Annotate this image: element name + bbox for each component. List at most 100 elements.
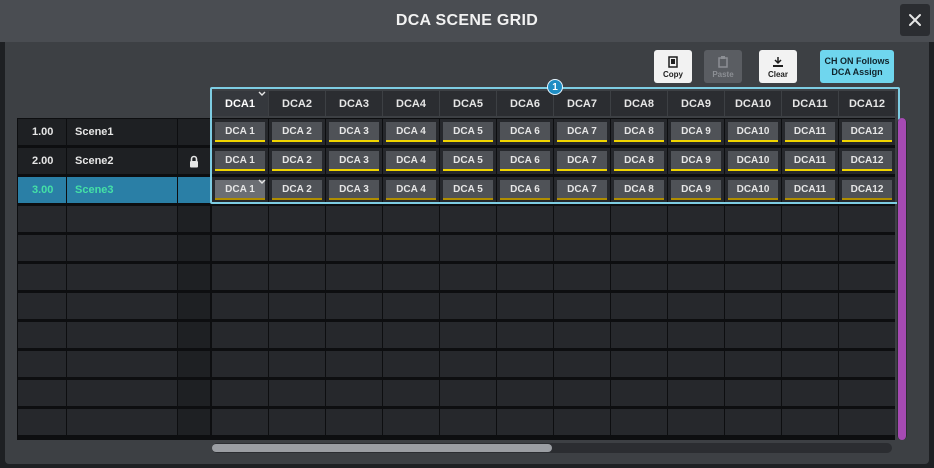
column-header-dca5[interactable]: DCA5 — [440, 91, 496, 116]
scene-lock-cell[interactable] — [178, 206, 210, 232]
column-header-dca3[interactable]: DCA3 — [326, 91, 382, 116]
scene-lock-cell[interactable] — [178, 235, 210, 261]
dca-assign-button[interactable]: DCA 7 — [557, 151, 607, 171]
empty-cell — [782, 380, 838, 406]
empty-cell — [440, 380, 496, 406]
empty-cell — [18, 322, 66, 348]
dca-assign-button[interactable]: DCA 5 — [443, 180, 493, 200]
paste-icon — [718, 56, 728, 68]
dca-assign-button[interactable]: DCA 4 — [386, 151, 436, 171]
column-header-dca10[interactable]: DCA10 — [725, 91, 781, 116]
dca-assign-button[interactable]: DCA 5 — [443, 122, 493, 142]
clear-button[interactable]: Clear — [759, 50, 797, 83]
dca-assign-button[interactable]: DCA 6 — [500, 180, 550, 200]
scene-lock-cell[interactable] — [178, 351, 210, 377]
empty-cell — [440, 409, 496, 435]
scene-name[interactable]: Scene2 — [67, 148, 177, 174]
dca-assign-button[interactable]: DCA11 — [785, 180, 835, 200]
column-header-dca2[interactable]: DCA2 — [269, 91, 325, 116]
dca-assign-button[interactable]: DCA11 — [785, 122, 835, 142]
empty-cell — [18, 264, 66, 290]
scene-name[interactable]: Scene1 — [67, 119, 177, 145]
dca-assign-button[interactable]: DCA 2 — [272, 180, 322, 200]
scene-lock-cell[interactable] — [178, 293, 210, 319]
empty-cell — [18, 380, 66, 406]
empty-cell — [497, 409, 553, 435]
scene-lock-cell[interactable] — [178, 409, 210, 435]
empty-cell — [269, 206, 325, 232]
dca-assign-button[interactable]: DCA 8 — [614, 122, 664, 142]
dca-assign-button[interactable]: DCA 1 — [215, 122, 265, 142]
empty-cell — [269, 293, 325, 319]
empty-cell — [782, 264, 838, 290]
column-header-dca11[interactable]: DCA11 — [782, 91, 838, 116]
close-button[interactable] — [900, 4, 930, 36]
column-header-dca8[interactable]: DCA8 — [611, 91, 667, 116]
dca-assign-button[interactable]: DCA 7 — [557, 122, 607, 142]
paste-button[interactable]: Paste — [704, 50, 742, 83]
copy-button[interactable]: Copy — [654, 50, 692, 83]
dca-assign-button[interactable]: DCA 2 — [272, 151, 322, 171]
dca-assign-button[interactable]: DCA10 — [728, 180, 778, 200]
dca-cell: DCA10 — [725, 177, 781, 203]
empty-cell — [725, 380, 781, 406]
dca-assign-button[interactable]: DCA 9 — [671, 180, 721, 200]
scene-number[interactable]: 2.00 — [18, 148, 66, 174]
empty-cell — [18, 351, 66, 377]
dca-assign-button[interactable]: DCA 8 — [614, 151, 664, 171]
dca-assign-button[interactable]: DCA10 — [728, 122, 778, 142]
empty-cell — [212, 322, 268, 348]
dca-assign-button[interactable]: DCA10 — [728, 151, 778, 171]
dca-assign-button[interactable]: DCA 9 — [671, 122, 721, 142]
empty-cell — [668, 409, 724, 435]
column-header-dca9[interactable]: DCA9 — [668, 91, 724, 116]
dca-cell: DCA11 — [782, 177, 838, 203]
scene-name[interactable]: Scene3 — [67, 177, 177, 203]
dca-assign-button[interactable]: DCA12 — [842, 180, 892, 200]
scene-lock-cell[interactable] — [178, 322, 210, 348]
empty-cell — [326, 351, 382, 377]
scene-lock-cell[interactable] — [178, 264, 210, 290]
scene-number[interactable]: 3.00 — [18, 177, 66, 203]
dca-assign-button[interactable]: DCA 3 — [329, 180, 379, 200]
column-header-dca6[interactable]: DCA6 — [497, 91, 553, 116]
empty-cell — [839, 322, 895, 348]
scene-lock-cell[interactable] — [178, 177, 210, 203]
column-header-dca7[interactable]: DCA7 — [554, 91, 610, 116]
empty-cell — [668, 264, 724, 290]
dca-assign-button[interactable]: DCA11 — [785, 151, 835, 171]
vertical-scroll-thumb[interactable] — [898, 118, 906, 440]
dca-assign-button[interactable]: DCA 6 — [500, 151, 550, 171]
dca-assign-button[interactable]: DCA 6 — [500, 122, 550, 142]
copy-icon — [668, 56, 678, 68]
dca-assign-button[interactable]: DCA 8 — [614, 180, 664, 200]
vertical-scrollbar[interactable] — [897, 118, 907, 440]
dca-assign-button[interactable]: DCA 7 — [557, 180, 607, 200]
scene-lock-cell[interactable] — [178, 380, 210, 406]
scene-number[interactable]: 1.00 — [18, 119, 66, 145]
dca-assign-button[interactable]: DCA 3 — [329, 122, 379, 142]
column-header-dca4[interactable]: DCA4 — [383, 91, 439, 116]
dca-assign-button[interactable]: DCA 3 — [329, 151, 379, 171]
horizontal-scroll-thumb[interactable] — [212, 444, 552, 452]
dca-assign-button[interactable]: DCA12 — [842, 151, 892, 171]
ch-on-follows-dca-assign-button[interactable]: CH ON Follows DCA Assign — [820, 50, 894, 83]
dca-cell: DCA 4 — [383, 119, 439, 145]
empty-cell — [212, 380, 268, 406]
dca-assign-button[interactable]: DCA12 — [842, 122, 892, 142]
dca-cell: DCA 4 — [383, 148, 439, 174]
dca-assign-button[interactable]: DCA 1 — [215, 151, 265, 171]
scene-lock-cell[interactable] — [178, 119, 210, 145]
dca-assign-button[interactable]: DCA 9 — [671, 151, 721, 171]
horizontal-scrollbar[interactable] — [212, 443, 892, 453]
dca-assign-button[interactable]: DCA 4 — [386, 122, 436, 142]
clear-icon — [773, 57, 783, 67]
dca-assign-button[interactable]: DCA 4 — [386, 180, 436, 200]
column-header-dca12[interactable]: DCA12 — [839, 91, 895, 116]
empty-cell — [782, 351, 838, 377]
scene-lock-cell[interactable] — [178, 148, 210, 174]
empty-cell — [269, 235, 325, 261]
dca-assign-button[interactable]: DCA 2 — [272, 122, 322, 142]
empty-cell — [725, 409, 781, 435]
dca-assign-button[interactable]: DCA 5 — [443, 151, 493, 171]
